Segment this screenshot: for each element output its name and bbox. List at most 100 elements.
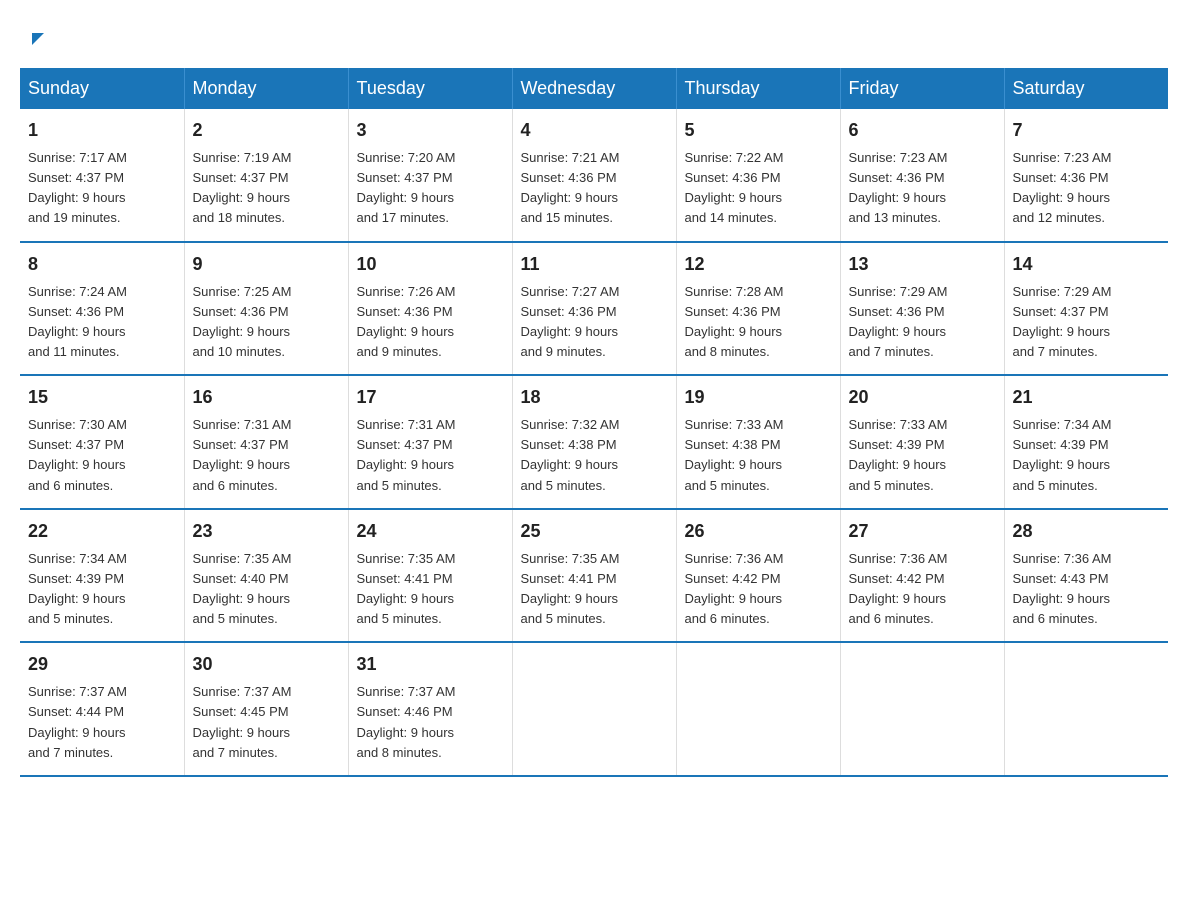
day-info: Sunrise: 7:19 AMSunset: 4:37 PMDaylight:… [193, 148, 340, 229]
calendar-cell: 17 Sunrise: 7:31 AMSunset: 4:37 PMDayligh… [348, 375, 512, 509]
day-number: 28 [1013, 518, 1161, 545]
day-info: Sunrise: 7:33 AMSunset: 4:39 PMDaylight:… [849, 415, 996, 496]
day-info: Sunrise: 7:28 AMSunset: 4:36 PMDaylight:… [685, 282, 832, 363]
day-number: 26 [685, 518, 832, 545]
day-number: 7 [1013, 117, 1161, 144]
day-number: 6 [849, 117, 996, 144]
day-number: 22 [28, 518, 176, 545]
page-header [20, 20, 1168, 48]
calendar-cell: 28 Sunrise: 7:36 AMSunset: 4:43 PMDayligh… [1004, 509, 1168, 643]
day-info: Sunrise: 7:36 AMSunset: 4:43 PMDaylight:… [1013, 549, 1161, 630]
day-info: Sunrise: 7:37 AMSunset: 4:45 PMDaylight:… [193, 682, 340, 763]
day-number: 15 [28, 384, 176, 411]
calendar-cell: 20Sunrise: 7:33 AMSunset: 4:39 PMDayligh… [840, 375, 1004, 509]
day-number: 17 [357, 384, 504, 411]
header-thursday: Thursday [676, 68, 840, 109]
day-number: 11 [521, 251, 668, 278]
calendar-cell: 4 Sunrise: 7:21 AMSunset: 4:36 PMDaylight… [512, 109, 676, 242]
day-info: Sunrise: 7:27 AMSunset: 4:36 PMDaylight:… [521, 282, 668, 363]
calendar-table: SundayMondayTuesdayWednesdayThursdayFrid… [20, 68, 1168, 777]
calendar-cell: 12 Sunrise: 7:28 AMSunset: 4:36 PMDayligh… [676, 242, 840, 376]
calendar-cell: 14Sunrise: 7:29 AMSunset: 4:37 PMDayligh… [1004, 242, 1168, 376]
calendar-week-row: 22 Sunrise: 7:34 AMSunset: 4:39 PMDayligh… [20, 509, 1168, 643]
calendar-cell [512, 642, 676, 776]
calendar-cell: 18 Sunrise: 7:32 AMSunset: 4:38 PMDayligh… [512, 375, 676, 509]
day-info: Sunrise: 7:17 AMSunset: 4:37 PMDaylight:… [28, 148, 176, 229]
day-info: Sunrise: 7:22 AMSunset: 4:36 PMDaylight:… [685, 148, 832, 229]
day-info: Sunrise: 7:37 AMSunset: 4:44 PMDaylight:… [28, 682, 176, 763]
day-number: 24 [357, 518, 504, 545]
calendar-cell: 9Sunrise: 7:25 AMSunset: 4:36 PMDaylight… [184, 242, 348, 376]
day-number: 3 [357, 117, 504, 144]
day-number: 4 [521, 117, 668, 144]
day-info: Sunrise: 7:36 AMSunset: 4:42 PMDaylight:… [849, 549, 996, 630]
calendar-week-row: 29Sunrise: 7:37 AMSunset: 4:44 PMDayligh… [20, 642, 1168, 776]
calendar-cell: 25Sunrise: 7:35 AMSunset: 4:41 PMDayligh… [512, 509, 676, 643]
day-number: 30 [193, 651, 340, 678]
calendar-cell [1004, 642, 1168, 776]
calendar-header-row: SundayMondayTuesdayWednesdayThursdayFrid… [20, 68, 1168, 109]
header-sunday: Sunday [20, 68, 184, 109]
header-tuesday: Tuesday [348, 68, 512, 109]
calendar-cell: 19 Sunrise: 7:33 AMSunset: 4:38 PMDayligh… [676, 375, 840, 509]
calendar-cell: 27 Sunrise: 7:36 AMSunset: 4:42 PMDayligh… [840, 509, 1004, 643]
day-number: 23 [193, 518, 340, 545]
day-number: 19 [685, 384, 832, 411]
day-number: 21 [1013, 384, 1161, 411]
day-number: 2 [193, 117, 340, 144]
day-info: Sunrise: 7:33 AMSunset: 4:38 PMDaylight:… [685, 415, 832, 496]
day-number: 27 [849, 518, 996, 545]
calendar-cell: 29Sunrise: 7:37 AMSunset: 4:44 PMDayligh… [20, 642, 184, 776]
calendar-cell: 16 Sunrise: 7:31 AMSunset: 4:37 PMDayligh… [184, 375, 348, 509]
calendar-cell: 2 Sunrise: 7:19 AMSunset: 4:37 PMDaylight… [184, 109, 348, 242]
day-info: Sunrise: 7:37 AMSunset: 4:46 PMDaylight:… [357, 682, 504, 763]
day-number: 5 [685, 117, 832, 144]
day-info: Sunrise: 7:23 AMSunset: 4:36 PMDaylight:… [1013, 148, 1161, 229]
logo-triangle-icon [32, 33, 44, 45]
calendar-cell: 24 Sunrise: 7:35 AMSunset: 4:41 PMDayligh… [348, 509, 512, 643]
calendar-cell: 10Sunrise: 7:26 AMSunset: 4:36 PMDayligh… [348, 242, 512, 376]
day-info: Sunrise: 7:32 AMSunset: 4:38 PMDaylight:… [521, 415, 668, 496]
day-number: 18 [521, 384, 668, 411]
day-number: 1 [28, 117, 176, 144]
day-info: Sunrise: 7:29 AMSunset: 4:36 PMDaylight:… [849, 282, 996, 363]
calendar-cell: 13 Sunrise: 7:29 AMSunset: 4:36 PMDayligh… [840, 242, 1004, 376]
day-info: Sunrise: 7:36 AMSunset: 4:42 PMDaylight:… [685, 549, 832, 630]
header-wednesday: Wednesday [512, 68, 676, 109]
calendar-cell [676, 642, 840, 776]
day-info: Sunrise: 7:31 AMSunset: 4:37 PMDaylight:… [193, 415, 340, 496]
day-number: 31 [357, 651, 504, 678]
calendar-cell: 21 Sunrise: 7:34 AMSunset: 4:39 PMDayligh… [1004, 375, 1168, 509]
calendar-cell: 1 Sunrise: 7:17 AMSunset: 4:37 PMDaylight… [20, 109, 184, 242]
calendar-week-row: 8 Sunrise: 7:24 AMSunset: 4:36 PMDaylight… [20, 242, 1168, 376]
day-info: Sunrise: 7:34 AMSunset: 4:39 PMDaylight:… [28, 549, 176, 630]
calendar-cell: 6Sunrise: 7:23 AMSunset: 4:36 PMDaylight… [840, 109, 1004, 242]
calendar-cell: 23 Sunrise: 7:35 AMSunset: 4:40 PMDayligh… [184, 509, 348, 643]
calendar-cell: 15Sunrise: 7:30 AMSunset: 4:37 PMDayligh… [20, 375, 184, 509]
header-friday: Friday [840, 68, 1004, 109]
calendar-cell: 22 Sunrise: 7:34 AMSunset: 4:39 PMDayligh… [20, 509, 184, 643]
day-number: 13 [849, 251, 996, 278]
calendar-cell: 8 Sunrise: 7:24 AMSunset: 4:36 PMDaylight… [20, 242, 184, 376]
day-info: Sunrise: 7:20 AMSunset: 4:37 PMDaylight:… [357, 148, 504, 229]
day-number: 8 [28, 251, 176, 278]
day-info: Sunrise: 7:35 AMSunset: 4:41 PMDaylight:… [357, 549, 504, 630]
day-info: Sunrise: 7:26 AMSunset: 4:36 PMDaylight:… [357, 282, 504, 363]
calendar-cell: 31 Sunrise: 7:37 AMSunset: 4:46 PMDayligh… [348, 642, 512, 776]
day-info: Sunrise: 7:24 AMSunset: 4:36 PMDaylight:… [28, 282, 176, 363]
calendar-cell: 26 Sunrise: 7:36 AMSunset: 4:42 PMDayligh… [676, 509, 840, 643]
day-number: 14 [1013, 251, 1161, 278]
day-number: 12 [685, 251, 832, 278]
calendar-cell: 3 Sunrise: 7:20 AMSunset: 4:37 PMDaylight… [348, 109, 512, 242]
day-info: Sunrise: 7:21 AMSunset: 4:36 PMDaylight:… [521, 148, 668, 229]
logo-blue-part [30, 30, 44, 48]
logo [30, 30, 44, 48]
day-info: Sunrise: 7:35 AMSunset: 4:41 PMDaylight:… [521, 549, 668, 630]
day-number: 16 [193, 384, 340, 411]
calendar-cell [840, 642, 1004, 776]
day-info: Sunrise: 7:34 AMSunset: 4:39 PMDaylight:… [1013, 415, 1161, 496]
calendar-cell: 30 Sunrise: 7:37 AMSunset: 4:45 PMDayligh… [184, 642, 348, 776]
calendar-week-row: 15Sunrise: 7:30 AMSunset: 4:37 PMDayligh… [20, 375, 1168, 509]
day-info: Sunrise: 7:31 AMSunset: 4:37 PMDaylight:… [357, 415, 504, 496]
day-info: Sunrise: 7:35 AMSunset: 4:40 PMDaylight:… [193, 549, 340, 630]
